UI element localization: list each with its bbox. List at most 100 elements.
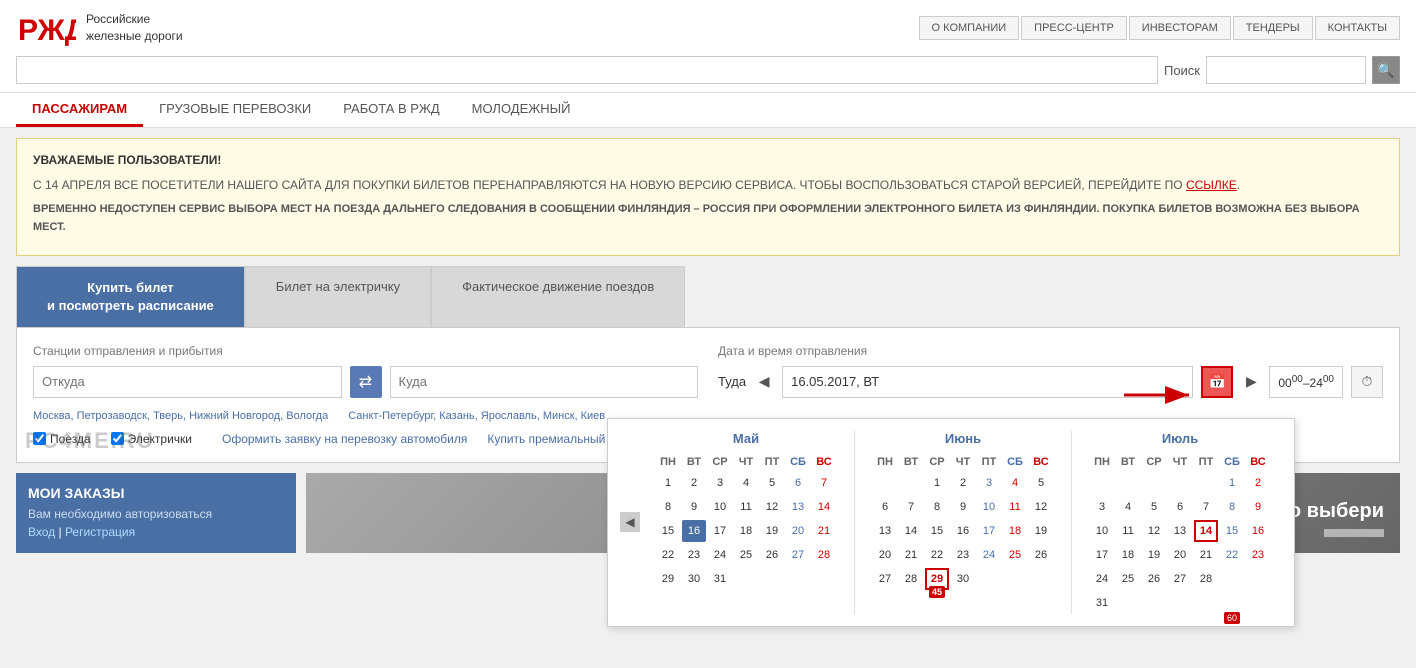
tab-elektrichka[interactable]: Билет на электричку — [245, 266, 431, 327]
date-next-button[interactable]: ▶ — [1241, 372, 1261, 392]
may-15[interactable]: 15 — [656, 520, 680, 542]
may-11[interactable]: 11 — [734, 496, 758, 518]
june-11[interactable]: 11 — [1003, 496, 1027, 518]
june-5[interactable]: 5 — [1029, 472, 1053, 494]
may-8[interactable]: 8 — [656, 496, 680, 518]
may-26[interactable]: 26 — [760, 544, 784, 566]
july-4[interactable]: 4 — [1116, 496, 1140, 518]
may-1[interactable]: 1 — [656, 472, 680, 494]
july-19[interactable]: 19 — [1142, 544, 1166, 566]
may-17[interactable]: 17 — [708, 520, 732, 542]
may-4[interactable]: 4 — [734, 472, 758, 494]
calendar-open-button[interactable]: 📅 — [1201, 366, 1233, 398]
july-25[interactable]: 25 — [1116, 568, 1140, 590]
june-17[interactable]: 17 — [977, 520, 1001, 542]
may-5[interactable]: 5 — [760, 472, 784, 494]
july-17[interactable]: 17 — [1090, 544, 1114, 566]
june-1[interactable]: 1 — [925, 472, 949, 494]
june-2[interactable]: 2 — [951, 472, 975, 494]
nav-top-contacts[interactable]: КОНТАКТЫ — [1315, 16, 1400, 40]
june-26[interactable]: 26 — [1029, 544, 1053, 566]
nav-main-jobs[interactable]: РАБОТА В РЖД — [327, 93, 455, 127]
may-25[interactable]: 25 — [734, 544, 758, 566]
may-9[interactable]: 9 — [682, 496, 706, 518]
july-9[interactable]: 9 — [1246, 496, 1270, 518]
june-3[interactable]: 3 — [977, 472, 1001, 494]
july-6[interactable]: 6 — [1168, 496, 1192, 518]
july-8[interactable]: 8 — [1220, 496, 1244, 518]
nav-top-press[interactable]: ПРЕСС-ЦЕНТР — [1021, 16, 1127, 40]
nav-top-tenders[interactable]: ТЕНДЕРЫ — [1233, 16, 1313, 40]
july-5[interactable]: 5 — [1142, 496, 1166, 518]
quick-links-to-text[interactable]: Санкт-Петербург, Казань, Ярославль, Минс… — [348, 410, 605, 422]
nav-top-investors[interactable]: ИНВЕСТОРАМ — [1129, 16, 1231, 40]
july-15[interactable]: 15 — [1220, 520, 1244, 542]
may-29[interactable]: 29 — [656, 568, 680, 590]
july-16[interactable]: 16 — [1246, 520, 1270, 542]
may-7[interactable]: 7 — [812, 472, 836, 494]
july-12[interactable]: 12 — [1142, 520, 1166, 542]
july-31[interactable]: 31 — [1090, 592, 1114, 614]
june-7[interactable]: 7 — [899, 496, 923, 518]
may-31[interactable]: 31 — [708, 568, 732, 590]
july-23[interactable]: 23 — [1246, 544, 1270, 566]
main-search-input[interactable] — [16, 56, 1158, 84]
june-21[interactable]: 21 — [899, 544, 923, 566]
may-24[interactable]: 24 — [708, 544, 732, 566]
register-link[interactable]: Регистрация — [65, 525, 135, 539]
june-13[interactable]: 13 — [873, 520, 897, 542]
may-21[interactable]: 21 — [812, 520, 836, 542]
june-4[interactable]: 4 — [1003, 472, 1027, 494]
may-22[interactable]: 22 — [656, 544, 680, 566]
date-prev-button[interactable]: ◀ — [754, 372, 774, 392]
time-select-button[interactable]: ⏱ — [1351, 366, 1383, 398]
july-14[interactable]: 14 — [1194, 520, 1218, 542]
july-28[interactable]: 28 — [1194, 568, 1218, 590]
may-14[interactable]: 14 — [812, 496, 836, 518]
notice-link[interactable]: ССЫЛКЕ — [1186, 178, 1237, 192]
june-22[interactable]: 22 — [925, 544, 949, 566]
from-input[interactable] — [33, 366, 342, 398]
june-8[interactable]: 8 — [925, 496, 949, 518]
nav-main-youth[interactable]: МОЛОДЕЖНЫЙ — [456, 93, 587, 127]
june-23[interactable]: 23 — [951, 544, 975, 566]
july-1[interactable]: 1 — [1220, 472, 1244, 494]
june-18[interactable]: 18 — [1003, 520, 1027, 542]
may-30[interactable]: 30 — [682, 568, 706, 590]
may-3[interactable]: 3 — [708, 472, 732, 494]
june-19[interactable]: 19 — [1029, 520, 1053, 542]
july-18[interactable]: 18 — [1116, 544, 1140, 566]
june-10[interactable]: 10 — [977, 496, 1001, 518]
july-2[interactable]: 2 — [1246, 472, 1270, 494]
calendar-prev-button[interactable]: ◀ — [620, 512, 640, 532]
tab-movement[interactable]: Фактическое движение поездов — [431, 266, 685, 327]
may-27[interactable]: 27 — [786, 544, 810, 566]
search-button[interactable]: 🔍 — [1372, 56, 1400, 84]
may-6[interactable]: 6 — [786, 472, 810, 494]
june-16[interactable]: 16 — [951, 520, 975, 542]
july-7[interactable]: 7 — [1194, 496, 1218, 518]
may-18[interactable]: 18 — [734, 520, 758, 542]
july-10[interactable]: 10 — [1090, 520, 1114, 542]
july-20[interactable]: 20 — [1168, 544, 1192, 566]
may-19[interactable]: 19 — [760, 520, 784, 542]
june-6[interactable]: 6 — [873, 496, 897, 518]
july-11[interactable]: 11 — [1116, 520, 1140, 542]
june-25[interactable]: 25 — [1003, 544, 1027, 566]
july-27[interactable]: 27 — [1168, 568, 1192, 590]
link-auto-transport[interactable]: Оформить заявку на перевозку автомобиля — [222, 432, 467, 446]
to-input[interactable] — [390, 366, 699, 398]
may-23[interactable]: 23 — [682, 544, 706, 566]
june-14[interactable]: 14 — [899, 520, 923, 542]
june-27[interactable]: 27 — [873, 568, 897, 590]
june-30[interactable]: 30 — [951, 568, 975, 590]
june-29[interactable]: 29 45 — [925, 568, 949, 590]
nav-main-cargo[interactable]: ГРУЗОВЫЕ ПЕРЕВОЗКИ — [143, 93, 327, 127]
nav-main-passengers[interactable]: ПАССАЖИРАМ — [16, 93, 143, 127]
quick-links-from-text[interactable]: Москва, Петрозаводск, Тверь, Нижний Новг… — [33, 410, 328, 422]
may-20[interactable]: 20 — [786, 520, 810, 542]
may-16[interactable]: 16 — [682, 520, 706, 542]
nav-top-about[interactable]: О КОМПАНИИ — [919, 16, 1020, 40]
june-20[interactable]: 20 — [873, 544, 897, 566]
login-link[interactable]: Вход — [28, 525, 55, 539]
